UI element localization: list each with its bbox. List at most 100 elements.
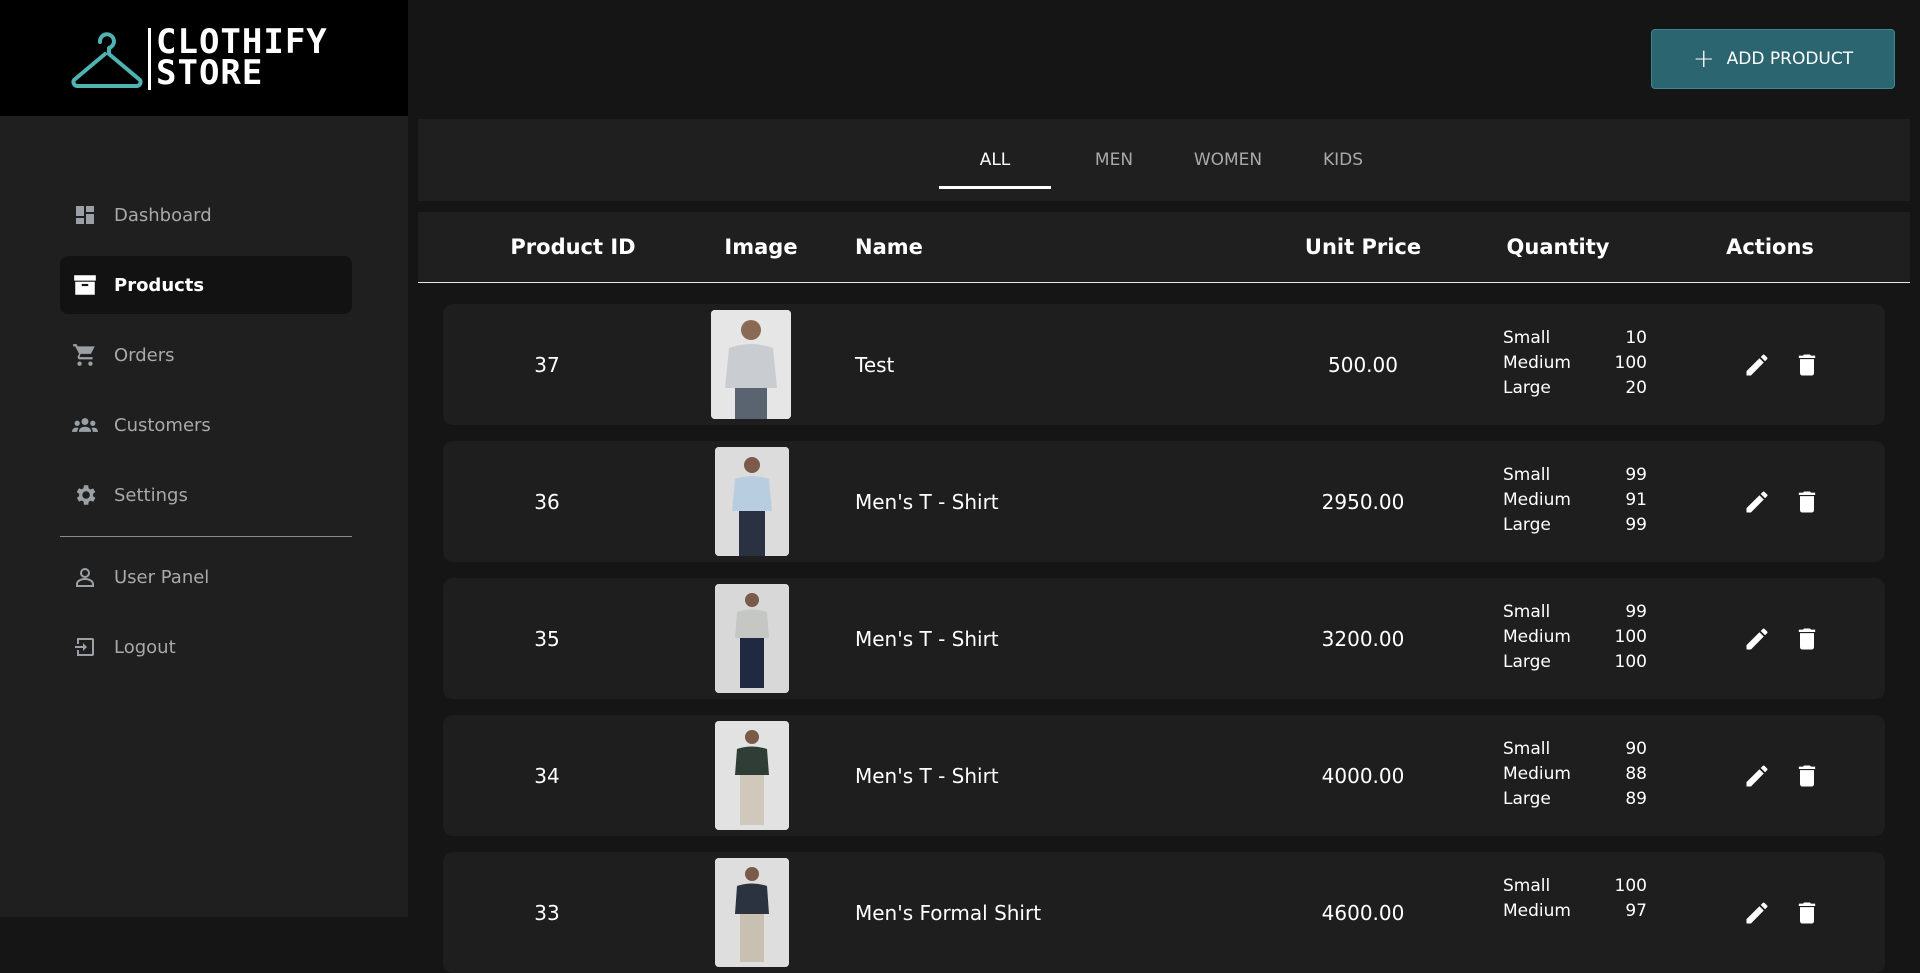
size-qty: 90 xyxy=(1625,739,1647,759)
column-header-actions: Actions xyxy=(1726,235,1814,259)
sidebar-item-settings[interactable]: Settings xyxy=(60,466,352,524)
product-price: 500.00 xyxy=(1328,352,1398,377)
brand-name: CLOTHIFY STORE xyxy=(156,25,328,93)
sidebar-divider xyxy=(60,536,352,537)
product-name: Men's T - Shirt xyxy=(855,626,999,651)
product-price: 4600.00 xyxy=(1321,900,1405,925)
table-header: Product ID Image Name Unit Price Quantit… xyxy=(418,212,1910,283)
size-label: Large xyxy=(1503,789,1551,809)
product-id: 35 xyxy=(534,626,560,651)
size-label: Small xyxy=(1503,465,1551,485)
size-qty: 20 xyxy=(1625,378,1647,398)
delete-icon[interactable] xyxy=(1793,899,1821,927)
sidebar-item-label: Orders xyxy=(114,344,175,366)
column-header-name: Name xyxy=(855,235,923,259)
quantity-list: Small 99 Medium 100 Large 100 xyxy=(1503,600,1647,675)
people-icon xyxy=(72,412,98,438)
size-label: Medium xyxy=(1503,764,1571,784)
product-image xyxy=(711,310,791,419)
table-row: 37 Test 500.00 Small 10 Medium 100 Large 20 xyxy=(443,304,1885,425)
tab-kids[interactable]: KIDS xyxy=(1296,119,1390,201)
edit-icon[interactable] xyxy=(1743,351,1771,379)
sidebar-item-customers[interactable]: Customers xyxy=(60,396,352,454)
dashboard-icon xyxy=(72,202,98,228)
size-label: Medium xyxy=(1503,353,1571,373)
product-name: Men's T - Shirt xyxy=(855,763,999,788)
user-icon xyxy=(72,564,98,590)
size-qty: 91 xyxy=(1625,490,1647,510)
sidebar-item-label: Products xyxy=(114,274,205,296)
edit-icon[interactable] xyxy=(1743,762,1771,790)
size-qty: 89 xyxy=(1625,789,1647,809)
table-row: 35 Men's T - Shirt 3200.00 Small 99 Mediu… xyxy=(443,578,1885,699)
plus-icon: + xyxy=(1692,44,1715,74)
column-header-quantity: Quantity xyxy=(1506,235,1610,259)
delete-icon[interactable] xyxy=(1793,762,1821,790)
tab-women[interactable]: WOMEN xyxy=(1170,119,1286,201)
size-qty: 88 xyxy=(1625,764,1647,784)
quantity-list: Small 10 Medium 100 Large 20 xyxy=(1503,326,1647,401)
size-qty: 100 xyxy=(1614,627,1647,647)
column-header-unit-price: Unit Price xyxy=(1304,235,1422,259)
sidebar-item-orders[interactable]: Orders xyxy=(60,326,352,384)
active-tab-indicator xyxy=(939,186,1051,189)
product-name: Men's Formal Shirt xyxy=(855,900,1042,925)
edit-icon[interactable] xyxy=(1743,625,1771,653)
product-id: 37 xyxy=(534,352,560,377)
product-image xyxy=(715,447,789,556)
sidebar-item-label: Dashboard xyxy=(114,204,212,226)
delete-icon[interactable] xyxy=(1793,625,1821,653)
sidebar-item-dashboard[interactable]: Dashboard xyxy=(60,186,352,244)
product-price: 4000.00 xyxy=(1321,763,1405,788)
table-row: 34 Men's T - Shirt 4000.00 Small 90 Mediu… xyxy=(443,715,1885,836)
size-qty: 10 xyxy=(1625,328,1647,348)
hanger-icon xyxy=(71,32,143,88)
size-label: Small xyxy=(1503,739,1551,759)
add-product-button[interactable]: + ADD PRODUCT xyxy=(1651,29,1895,89)
gear-icon xyxy=(72,482,98,508)
size-label: Large xyxy=(1503,378,1551,398)
size-qty: 99 xyxy=(1625,465,1647,485)
size-label: Large xyxy=(1503,515,1551,535)
size-label: Large xyxy=(1503,652,1551,672)
edit-icon[interactable] xyxy=(1743,899,1771,927)
sidebar-item-label: Customers xyxy=(114,414,211,436)
column-header-image: Image xyxy=(724,235,798,259)
tab-men[interactable]: MEN xyxy=(1068,119,1160,201)
table-row: 36 Men's T - Shirt 2950.00 Small 99 Mediu… xyxy=(443,441,1885,562)
size-label: Medium xyxy=(1503,627,1571,647)
size-label: Small xyxy=(1503,602,1551,622)
quantity-list: Small 90 Medium 88 Large 89 xyxy=(1503,737,1647,812)
brand-logo: CLOTHIFY STORE xyxy=(0,0,408,116)
logout-icon xyxy=(72,634,98,660)
size-qty: 99 xyxy=(1625,602,1647,622)
category-tabs: ALL MEN WOMEN KIDS xyxy=(418,119,1910,201)
sidebar-item-user-panel[interactable]: User Panel xyxy=(60,548,352,606)
product-id: 34 xyxy=(534,763,560,788)
delete-icon[interactable] xyxy=(1793,351,1821,379)
edit-icon[interactable] xyxy=(1743,488,1771,516)
archive-box-icon xyxy=(72,272,98,298)
add-product-label: ADD PRODUCT xyxy=(1726,49,1854,69)
delete-icon[interactable] xyxy=(1793,488,1821,516)
size-label: Small xyxy=(1503,876,1551,896)
size-qty: 100 xyxy=(1614,353,1647,373)
size-label: Medium xyxy=(1503,490,1571,510)
product-image xyxy=(715,858,789,967)
product-name: Test xyxy=(855,352,895,377)
product-image xyxy=(715,721,789,830)
table-row: 33 Men's Formal Shirt 4600.00 Small 100 M… xyxy=(443,852,1885,973)
size-qty: 97 xyxy=(1625,901,1647,921)
size-qty: 100 xyxy=(1614,652,1647,672)
size-label: Small xyxy=(1503,328,1551,348)
sidebar-item-logout[interactable]: Logout xyxy=(60,618,352,676)
product-image xyxy=(715,584,789,693)
product-price: 3200.00 xyxy=(1321,626,1405,651)
brand-line-2: STORE xyxy=(156,53,264,93)
size-qty: 100 xyxy=(1614,876,1647,896)
product-id: 36 xyxy=(534,489,560,514)
sidebar-item-products[interactable]: Products xyxy=(60,256,352,314)
logo-divider xyxy=(148,28,151,90)
sidebar: Dashboard Products Orders Customers Sett… xyxy=(0,116,408,917)
sidebar-item-label: Logout xyxy=(114,636,176,658)
